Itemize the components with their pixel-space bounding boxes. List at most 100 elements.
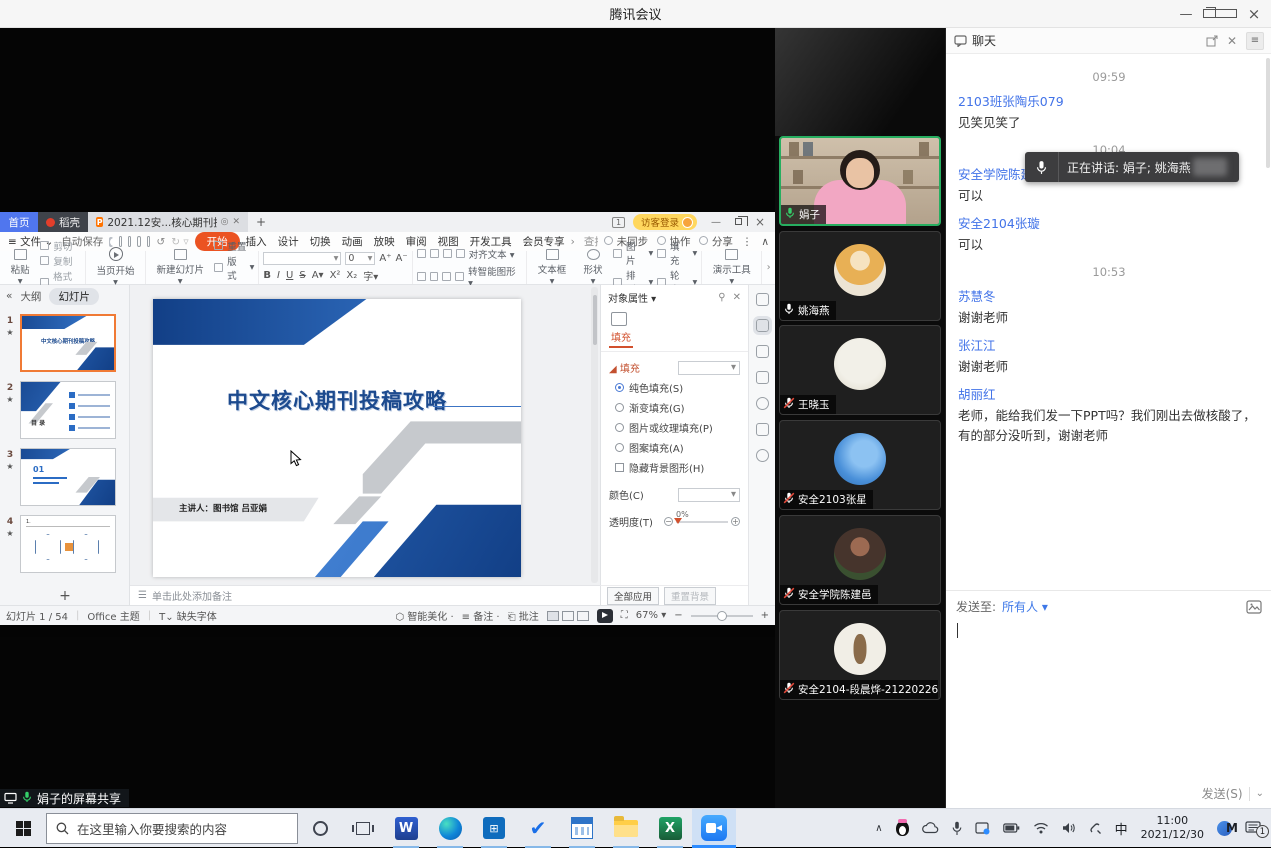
present-tools-button[interactable]: 演示工具 ▾ — [706, 249, 757, 287]
sogou-ime-icon[interactable] — [1217, 821, 1232, 836]
pin-panel-icon[interactable]: ⚲ — [718, 292, 725, 303]
superscript-button[interactable]: X² — [330, 270, 341, 281]
reset-button[interactable]: 重置 — [214, 239, 254, 253]
copy-button[interactable]: 复制 — [40, 254, 81, 268]
decrease-font-button[interactable]: A⁻ — [396, 253, 408, 264]
italic-button[interactable]: I — [277, 270, 280, 281]
transparency-slider[interactable] — [676, 521, 728, 523]
command-search[interactable]: 查找命令、搜索模板 — [581, 234, 598, 249]
tray-expand-icon[interactable]: ∧ — [875, 823, 882, 834]
menu-tab-4[interactable]: 放映 — [374, 234, 395, 249]
rail-effects-icon[interactable] — [756, 345, 769, 358]
participant-tile-4[interactable]: 安全2103张星 — [779, 420, 941, 510]
ribbon-expand-icon[interactable]: › — [761, 251, 775, 284]
taskbar-clock[interactable]: 11:002021/12/30 — [1141, 814, 1204, 842]
strike-button[interactable]: S — [299, 270, 305, 281]
notes-button[interactable]: ≡ 备注 · — [462, 608, 500, 623]
text-effect-button[interactable]: 字▾ — [363, 268, 378, 283]
fill-option-0[interactable]: 纯色填充(S) — [615, 380, 748, 395]
chat-sender-name[interactable]: 张江江 — [958, 335, 1260, 354]
tab-home[interactable]: 首页 — [0, 212, 38, 232]
menu-right-2[interactable]: 分享 — [699, 234, 732, 249]
send-image-icon[interactable] — [1246, 600, 1262, 614]
ime-indicator[interactable]: 中 — [1115, 819, 1128, 838]
cortana-button[interactable] — [298, 821, 342, 836]
participant-tile-5[interactable]: 安全学院陈建邑 — [779, 515, 941, 605]
menu-tab-8[interactable]: 会员专享 — [523, 234, 565, 249]
add-slide-button[interactable]: + — [0, 587, 130, 605]
qq-icon[interactable] — [896, 821, 909, 836]
fill-option-3[interactable]: 图案填充(A) — [615, 440, 748, 455]
task-view-button[interactable] — [342, 822, 384, 835]
chat-close-icon[interactable]: ✕ — [1227, 34, 1237, 48]
chat-menu-icon[interactable]: ≡ — [1246, 32, 1264, 50]
subscript-button[interactable]: X₂ — [346, 270, 357, 281]
taskbar-app-store[interactable]: ⊞ — [472, 809, 516, 848]
slideshow-button[interactable] — [597, 609, 613, 623]
missing-font-label[interactable]: T⌄ 缺失字体 — [159, 608, 217, 623]
reading-view-icon[interactable] — [577, 611, 589, 621]
textbox-button[interactable]: 文本框 ▾ — [531, 249, 573, 287]
mic-tray-icon[interactable] — [952, 821, 962, 836]
rail-beautify-icon[interactable] — [756, 293, 769, 306]
chat-message-list[interactable]: 09:592103班张陶乐079见笑见笑了10:04安全学院陈建邑可以安全210… — [946, 54, 1271, 590]
tab-document[interactable]: P 2021.12安...核心期刊投稿攻略 ◎ ✕ — [88, 212, 248, 232]
connector-icon[interactable] — [1089, 822, 1102, 835]
slide-1-editor[interactable]: 中文核心期刊投稿攻略 主讲人：图书馆 吕亚娟 — [153, 299, 521, 577]
chat-scrollbar[interactable] — [1266, 58, 1270, 168]
bold-button[interactable]: B — [263, 270, 271, 281]
tab-outline[interactable]: 大纲 — [20, 289, 41, 304]
fill-tab[interactable]: 填充 — [609, 329, 633, 348]
rail-image-icon[interactable] — [756, 423, 769, 436]
color-select[interactable]: ▾ — [678, 488, 740, 502]
redo-icon[interactable]: ↻ ▿ — [171, 236, 188, 248]
screenshot-icon[interactable] — [975, 822, 990, 835]
participant-tile-2[interactable]: 姚海燕 — [779, 231, 941, 321]
close-tab-icon[interactable]: ✕ — [232, 217, 240, 227]
taskbar-search[interactable]: 在这里输入你要搜索的内容 — [46, 813, 298, 844]
taskbar-app-explorer[interactable] — [604, 809, 648, 848]
pin-tab-icon[interactable]: ◎ — [221, 217, 229, 227]
hide-background-checkbox[interactable]: 隐藏背景图形(H) — [615, 460, 748, 475]
wps-restore-button[interactable] — [727, 217, 749, 228]
font-color-button[interactable]: A▾ — [312, 270, 324, 281]
notes-bar[interactable]: ☰单击此处添加备注 — [130, 585, 600, 605]
participant-tile-1[interactable]: 娟子 — [779, 136, 941, 226]
slide-thumbnail-2[interactable]: 目 录 — [20, 381, 116, 439]
zoom-slider[interactable] — [691, 615, 753, 617]
send-to-select[interactable]: 所有人 ▾ — [1002, 598, 1048, 615]
menu-overflow-icon[interactable]: ⋮ — [742, 236, 753, 248]
chat-sender-name[interactable]: 苏慧冬 — [958, 286, 1260, 305]
send-button[interactable]: 发送(S) — [1202, 785, 1243, 802]
slide-canvas[interactable]: 中文核心期刊投稿攻略 主讲人：图书馆 吕亚娟 — [130, 285, 600, 585]
menu-tab-2[interactable]: 切换 — [310, 234, 331, 249]
window-count-icon[interactable]: 1 — [612, 217, 625, 228]
menu-tab-1[interactable]: 设计 — [278, 234, 299, 249]
font-family-select[interactable]: ▾ — [263, 252, 341, 265]
fill-section-label[interactable]: ◢ 填充 — [609, 360, 640, 375]
collapse-panel-icon[interactable]: « — [6, 290, 12, 302]
close-panel-icon[interactable]: ✕ — [733, 292, 741, 303]
slide-title-text[interactable]: 中文核心期刊投稿攻略 — [153, 385, 521, 415]
transparency-plus[interactable]: + — [731, 517, 740, 526]
taskbar-app-calendar[interactable] — [560, 809, 604, 848]
align-text-button[interactable]: 对齐文本 ▾ — [469, 247, 515, 261]
close-button[interactable]: × — [1237, 5, 1271, 23]
export-icon[interactable] — [128, 236, 131, 247]
theme-label[interactable]: Office 主题 — [87, 608, 139, 623]
battery-icon[interactable] — [1003, 823, 1020, 833]
canvas-scrollbar[interactable] — [591, 287, 598, 583]
chat-input[interactable] — [946, 619, 1271, 778]
minimize-button[interactable]: — — [1169, 7, 1203, 22]
zoom-in-button[interactable]: + — [761, 610, 769, 621]
participant-tile-6[interactable]: 安全2104-段晨烨-21220226... — [779, 610, 941, 700]
fit-icon[interactable]: ⛶ — [621, 610, 628, 621]
increase-font-button[interactable]: A⁺ — [379, 253, 391, 264]
notification-button[interactable]: 1 — [1245, 821, 1261, 835]
rail-animation-icon[interactable] — [756, 371, 769, 384]
layout-button[interactable]: 版式 ▾ — [214, 254, 254, 282]
rail-help-icon[interactable] — [756, 397, 769, 410]
tab-slides[interactable]: 幻灯片 — [49, 288, 99, 305]
print-icon[interactable] — [137, 236, 140, 247]
play-from-page-button[interactable]: 当页开始 ▾ — [90, 247, 141, 288]
